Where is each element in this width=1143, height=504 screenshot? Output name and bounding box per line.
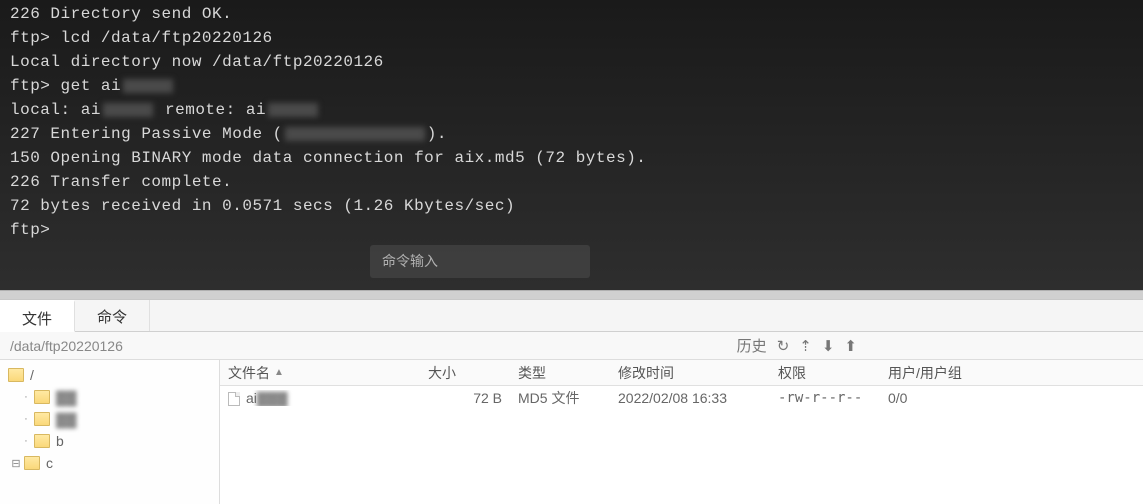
pane-divider[interactable] <box>0 290 1143 300</box>
cell-filename: ai▓▓▓ <box>220 390 420 406</box>
tree-root[interactable]: / <box>0 364 219 386</box>
column-header-owner[interactable]: 用户/用户组 <box>880 363 980 383</box>
upload-icon[interactable]: ⬆ <box>844 337 857 355</box>
file-browser-panel: 文件 命令 /data/ftp20220126 历史 ↻ ⇡ ⬇ ⬆ / · ▓… <box>0 300 1143 504</box>
column-label: 文件名 <box>228 363 270 383</box>
tree-label: b <box>56 433 64 449</box>
column-header-size[interactable]: 大小 <box>420 363 510 383</box>
redacted-text <box>123 79 173 93</box>
tree-label: / <box>30 367 34 383</box>
tab-file[interactable]: 文件 <box>0 300 75 332</box>
list-body[interactable]: ai▓▓▓ 72 B MD5 文件 2022/02/08 16:33 -rw-r… <box>220 386 1143 410</box>
history-button[interactable]: 历史 <box>737 335 767 356</box>
cell-mtime: 2022/02/08 16:33 <box>610 390 770 406</box>
path-toolbar: 历史 ↻ ⇡ ⬇ ⬆ <box>737 335 1137 356</box>
folder-tree[interactable]: / · ▓▓ · ▓▓ · b ⊟ c <box>0 360 220 504</box>
redacted-text <box>268 103 318 117</box>
tree-item[interactable]: · ▓▓ <box>0 386 219 408</box>
tree-item[interactable]: ⊟ c <box>0 452 219 474</box>
sort-asc-icon: ▲ <box>274 367 284 378</box>
path-input[interactable]: /data/ftp20220126 <box>6 336 737 356</box>
download-icon[interactable]: ⬇ <box>822 337 835 355</box>
refresh-icon[interactable]: ↻ <box>777 337 790 355</box>
folder-icon <box>34 434 50 448</box>
list-header: 文件名 ▲ 大小 类型 修改时间 权限 用户/用户组 <box>220 360 1143 386</box>
collapse-icon[interactable]: ⊟ <box>10 457 22 470</box>
new-folder-icon[interactable]: ⇡ <box>799 337 812 355</box>
tree-label: c <box>46 455 53 471</box>
terminal-panel: 226 Directory send OK. ftp> lcd /data/ft… <box>0 0 1143 290</box>
cell-owner: 0/0 <box>880 390 980 406</box>
file-row[interactable]: ai▓▓▓ 72 B MD5 文件 2022/02/08 16:33 -rw-r… <box>220 386 1143 410</box>
cell-type: MD5 文件 <box>510 388 610 408</box>
tree-item[interactable]: · ▓▓ <box>0 408 219 430</box>
file-icon <box>228 392 240 406</box>
terminal-line: Local directory now /data/ftp20220126 <box>10 50 1133 74</box>
terminal-line: local: ai remote: ai <box>10 98 1133 122</box>
command-input[interactable]: 命令输入 <box>370 245 590 278</box>
expand-icon[interactable]: · <box>20 413 32 425</box>
expand-icon[interactable]: · <box>20 435 32 447</box>
folder-icon <box>24 456 40 470</box>
folder-icon <box>34 412 50 426</box>
column-header-perm[interactable]: 权限 <box>770 363 880 383</box>
tree-item[interactable]: · b <box>0 430 219 452</box>
file-list: 文件名 ▲ 大小 类型 修改时间 权限 用户/用户组 ai▓▓▓ 72 B MD… <box>220 360 1143 504</box>
dual-pane: / · ▓▓ · ▓▓ · b ⊟ c <box>0 360 1143 504</box>
redacted-text <box>285 127 425 141</box>
terminal-line: ftp> get ai <box>10 74 1133 98</box>
folder-icon <box>8 368 24 382</box>
expand-icon[interactable]: · <box>20 391 32 403</box>
cell-size: 72 B <box>420 390 510 406</box>
path-bar: /data/ftp20220126 历史 ↻ ⇡ ⬇ ⬆ <box>0 332 1143 360</box>
terminal-prompt[interactable]: ftp> <box>10 218 1133 242</box>
terminal-line: ftp> lcd /data/ftp20220126 <box>10 26 1133 50</box>
folder-icon <box>34 390 50 404</box>
tree-label: ▓▓ <box>56 389 76 405</box>
redacted-text: ▓▓▓ <box>257 390 288 406</box>
tab-bar: 文件 命令 <box>0 300 1143 332</box>
tree-label: ▓▓ <box>56 411 76 427</box>
column-header-mtime[interactable]: 修改时间 <box>610 363 770 383</box>
terminal-line: 226 Directory send OK. <box>10 2 1133 26</box>
column-header-name[interactable]: 文件名 ▲ <box>220 363 420 383</box>
column-header-type[interactable]: 类型 <box>510 363 610 383</box>
cell-perm: -rw-r--r-- <box>770 390 880 406</box>
terminal-line: 150 Opening BINARY mode data connection … <box>10 146 1133 170</box>
tab-command[interactable]: 命令 <box>75 300 150 331</box>
terminal-line: 227 Entering Passive Mode (). <box>10 122 1133 146</box>
terminal-line: 226 Transfer complete. <box>10 170 1133 194</box>
filename-text: ai <box>246 390 257 406</box>
redacted-text <box>103 103 153 117</box>
terminal-line: 72 bytes received in 0.0571 secs (1.26 K… <box>10 194 1133 218</box>
